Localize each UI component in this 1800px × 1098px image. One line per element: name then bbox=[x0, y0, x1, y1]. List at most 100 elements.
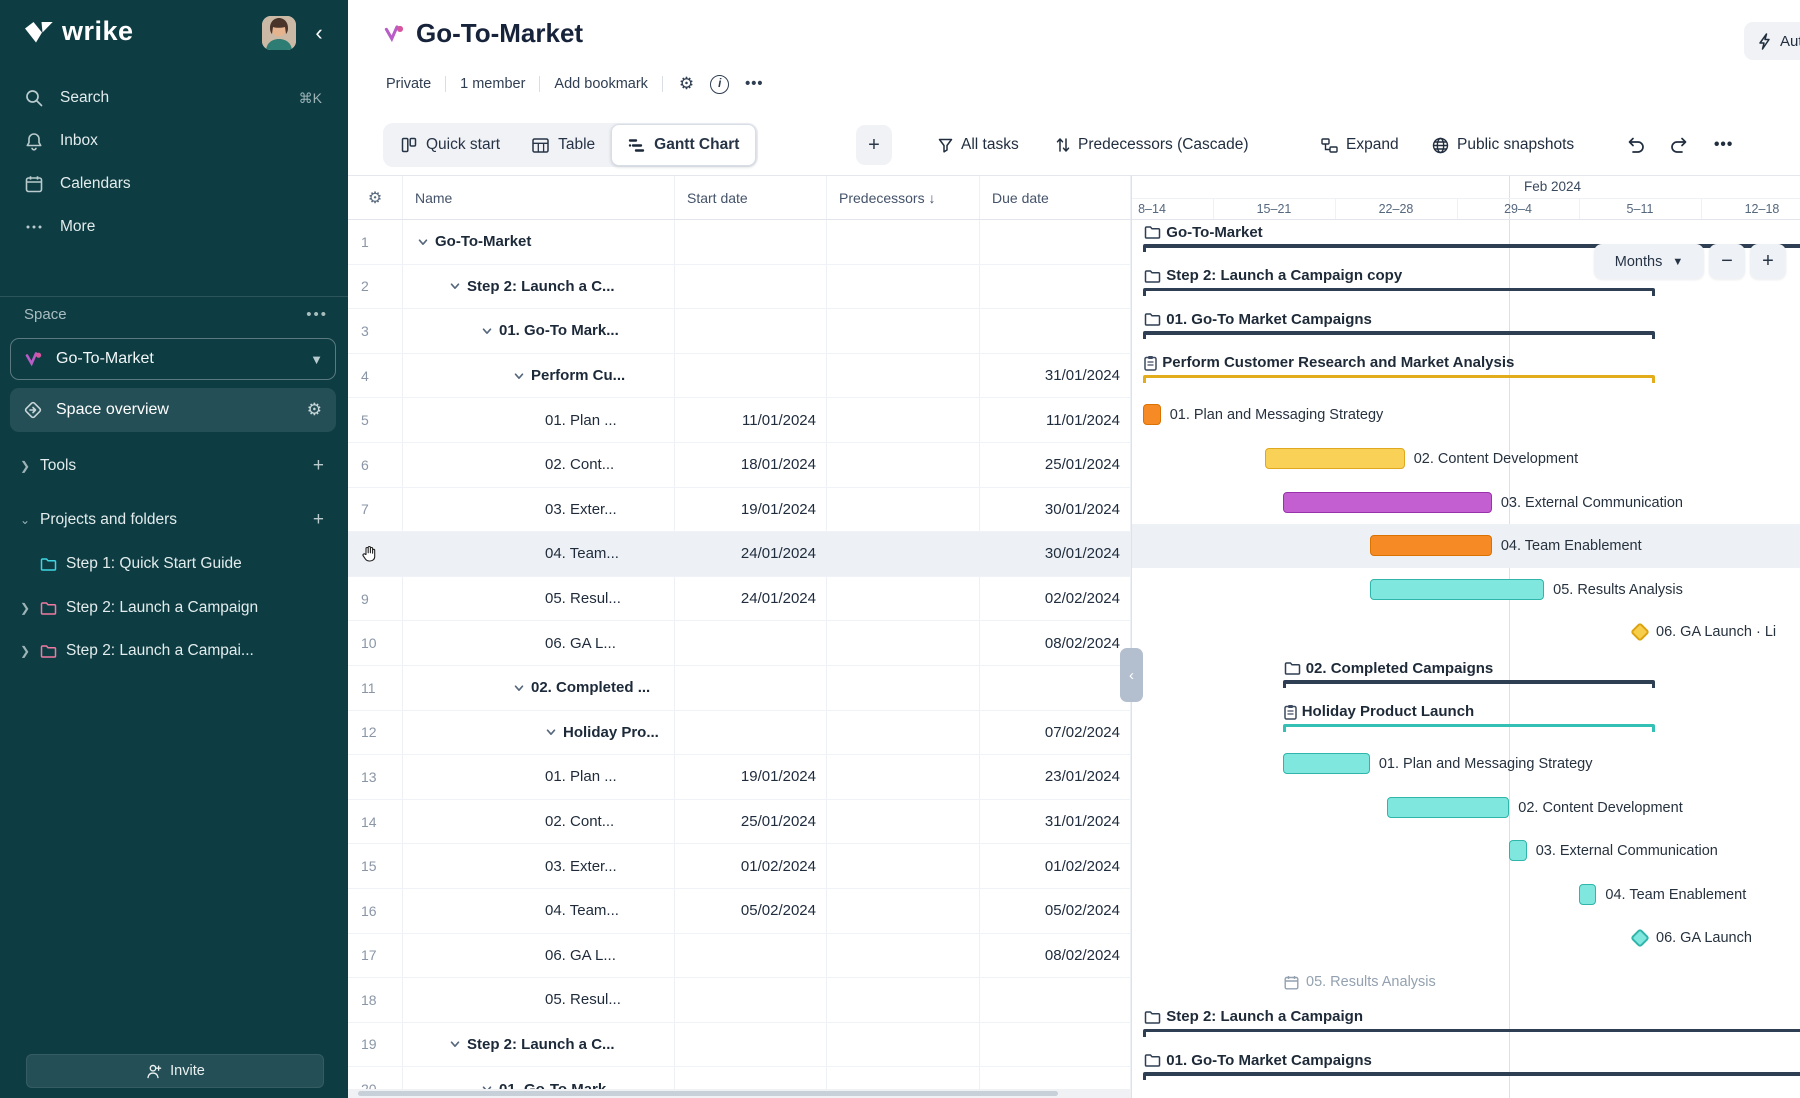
gantt-summary-label[interactable]: Step 2: Launch a Campaign bbox=[1144, 1007, 1363, 1027]
due-date-cell[interactable] bbox=[980, 978, 1131, 1022]
due-date-cell[interactable]: 02/02/2024 bbox=[980, 577, 1131, 621]
space-selector[interactable]: Go-To-Market ▼ bbox=[10, 338, 336, 380]
predecessors-cell[interactable] bbox=[827, 711, 980, 755]
table-row[interactable]: 1102. Completed ... bbox=[348, 666, 1131, 711]
sort-button[interactable]: Predecessors (Cascade) bbox=[1056, 130, 1249, 160]
start-date-cell[interactable] bbox=[675, 666, 827, 710]
start-date-cell[interactable] bbox=[675, 309, 827, 353]
gantt-summary-label[interactable]: 01. Go-To Market Campaigns bbox=[1144, 1050, 1372, 1070]
due-date-cell[interactable]: 11/01/2024 bbox=[980, 398, 1131, 442]
start-date-cell[interactable]: 24/01/2024 bbox=[675, 577, 827, 621]
predecessors-cell[interactable] bbox=[827, 532, 980, 576]
table-row[interactable]: 602. Cont...18/01/202425/01/2024 bbox=[348, 443, 1131, 488]
add-bookmark-link[interactable]: Add bookmark bbox=[540, 76, 662, 92]
task-name-cell[interactable]: 01. Plan ... bbox=[403, 755, 675, 799]
task-name-cell[interactable]: 01. Plan ... bbox=[403, 398, 675, 442]
start-date-cell[interactable]: 19/01/2024 bbox=[675, 488, 827, 532]
chevron-right-icon[interactable]: ❯ bbox=[10, 459, 40, 473]
start-date-cell[interactable]: 18/01/2024 bbox=[675, 443, 827, 487]
predecessors-cell[interactable] bbox=[827, 577, 980, 621]
predecessors-cell[interactable] bbox=[827, 443, 980, 487]
table-row[interactable]: 301. Go-To Mark... bbox=[348, 309, 1131, 354]
start-date-cell[interactable]: 05/02/2024 bbox=[675, 889, 827, 933]
public-snapshots-button[interactable]: Public snapshots bbox=[1432, 130, 1574, 160]
task-name-cell[interactable]: 01. Go-To Mark... bbox=[403, 309, 675, 353]
due-date-cell[interactable] bbox=[980, 1023, 1131, 1067]
gantt-summary-label[interactable]: 02. Completed Campaigns bbox=[1284, 658, 1494, 678]
task-name-cell[interactable]: 06. GA L... bbox=[403, 621, 675, 665]
table-row[interactable]: 1301. Plan ...19/01/202423/01/2024 bbox=[348, 755, 1131, 800]
add-view-button[interactable]: + bbox=[856, 125, 892, 165]
predecessors-cell[interactable] bbox=[827, 755, 980, 799]
start-date-cell[interactable] bbox=[675, 621, 827, 665]
wrike-logo[interactable]: wrike bbox=[24, 16, 134, 47]
gantt-summary-bracket[interactable] bbox=[1143, 1072, 1800, 1080]
tab-table[interactable]: Table bbox=[516, 125, 611, 165]
table-settings-gear-icon[interactable]: ⚙ bbox=[348, 176, 403, 219]
gantt-summary-bracket[interactable] bbox=[1143, 1029, 1800, 1037]
sidebar-folder-item[interactable]: ❯Step 2: Launch a Campaign bbox=[10, 588, 338, 628]
predecessors-cell[interactable] bbox=[827, 398, 980, 442]
predecessors-cell[interactable] bbox=[827, 309, 980, 353]
sidebar-folder-item[interactable]: Step 1: Quick Start Guide bbox=[10, 544, 338, 584]
gantt-task-bar[interactable] bbox=[1283, 492, 1492, 513]
predecessors-cell[interactable] bbox=[827, 354, 980, 398]
gantt-task-bar[interactable] bbox=[1579, 884, 1596, 905]
start-date-cell[interactable] bbox=[675, 978, 827, 1022]
start-date-cell[interactable] bbox=[675, 1023, 827, 1067]
settings-gear-icon[interactable]: ⚙ bbox=[679, 74, 694, 94]
add-tool-icon[interactable]: + bbox=[313, 455, 324, 477]
table-row[interactable]: 1503. Exter...01/02/202401/02/2024 bbox=[348, 844, 1131, 889]
task-name-cell[interactable]: 06. GA L... bbox=[403, 934, 675, 978]
automation-button[interactable]: Automation bbox=[1744, 22, 1800, 60]
column-header-due-date[interactable]: Due date bbox=[980, 176, 1131, 219]
due-date-cell[interactable]: 23/01/2024 bbox=[980, 755, 1131, 799]
due-date-cell[interactable]: 08/02/2024 bbox=[980, 934, 1131, 978]
gear-icon[interactable]: ⚙ bbox=[307, 400, 322, 420]
task-name-cell[interactable]: 04. Team... bbox=[403, 532, 675, 576]
timescale-select[interactable]: Months ▼ bbox=[1594, 244, 1704, 279]
column-header-start-date[interactable]: Start date bbox=[675, 176, 827, 219]
gantt-unscheduled-task[interactable]: 05. Results Analysis bbox=[1284, 971, 1436, 993]
predecessors-cell[interactable] bbox=[827, 220, 980, 264]
gantt-task-bar[interactable] bbox=[1283, 753, 1370, 774]
table-row[interactable]: 501. Plan ...11/01/202411/01/2024 bbox=[348, 398, 1131, 443]
undo-button[interactable] bbox=[1626, 130, 1645, 160]
task-name-cell[interactable]: Holiday Pro... bbox=[403, 711, 675, 755]
task-name-cell[interactable]: 05. Resul... bbox=[403, 577, 675, 621]
due-date-cell[interactable] bbox=[980, 265, 1131, 309]
column-header-name[interactable]: Name bbox=[403, 176, 675, 219]
gantt-summary-bracket[interactable] bbox=[1283, 680, 1655, 688]
tab-gantt-chart[interactable]: Gantt Chart bbox=[611, 124, 756, 166]
members-label[interactable]: 1 member bbox=[446, 76, 539, 92]
sidebar-collapse-icon[interactable]: ‹ bbox=[306, 20, 332, 46]
gantt-summary-bracket[interactable] bbox=[1143, 288, 1654, 296]
gantt-milestone-diamond[interactable] bbox=[1630, 622, 1650, 642]
table-row[interactable]: 19Step 2: Launch a C... bbox=[348, 1023, 1131, 1068]
table-row[interactable]: 703. Exter...19/01/202430/01/2024 bbox=[348, 488, 1131, 533]
expand-button[interactable]: Expand bbox=[1321, 130, 1399, 160]
filter-button[interactable]: All tasks bbox=[938, 130, 1019, 160]
gantt-summary-label[interactable]: Go-To-Market bbox=[1144, 222, 1262, 242]
due-date-cell[interactable]: 08/02/2024 bbox=[980, 621, 1131, 665]
due-date-cell[interactable]: 07/02/2024 bbox=[980, 711, 1131, 755]
sidebar-folder-item[interactable]: ❯Step 2: Launch a Campai... bbox=[10, 631, 338, 671]
table-row[interactable]: 04. Team...24/01/202430/01/2024 bbox=[348, 532, 1131, 577]
task-name-cell[interactable]: 05. Resul... bbox=[403, 978, 675, 1022]
task-name-cell[interactable]: 02. Completed ... bbox=[403, 666, 675, 710]
info-icon[interactable]: i bbox=[710, 75, 729, 94]
due-date-cell[interactable] bbox=[980, 666, 1131, 710]
table-row[interactable]: 1Go-To-Market bbox=[348, 220, 1131, 265]
sidebar-item-calendars[interactable]: Calendars bbox=[10, 164, 338, 204]
chevron-down-icon[interactable]: ⌄ bbox=[10, 513, 40, 527]
table-row[interactable]: 1604. Team...05/02/202405/02/2024 bbox=[348, 889, 1131, 934]
gantt-summary-label[interactable]: Perform Customer Research and Market Ana… bbox=[1144, 353, 1514, 373]
sidebar-item-tools[interactable]: ❯ Tools + bbox=[10, 446, 338, 486]
sidebar-item-more[interactable]: More bbox=[10, 207, 338, 247]
start-date-cell[interactable] bbox=[675, 265, 827, 309]
task-name-cell[interactable]: 04. Team... bbox=[403, 889, 675, 933]
toolbar-more-button[interactable]: ••• bbox=[1714, 130, 1733, 160]
redo-button[interactable] bbox=[1670, 130, 1689, 160]
scrollbar-thumb[interactable] bbox=[358, 1091, 1058, 1096]
predecessors-cell[interactable] bbox=[827, 844, 980, 888]
